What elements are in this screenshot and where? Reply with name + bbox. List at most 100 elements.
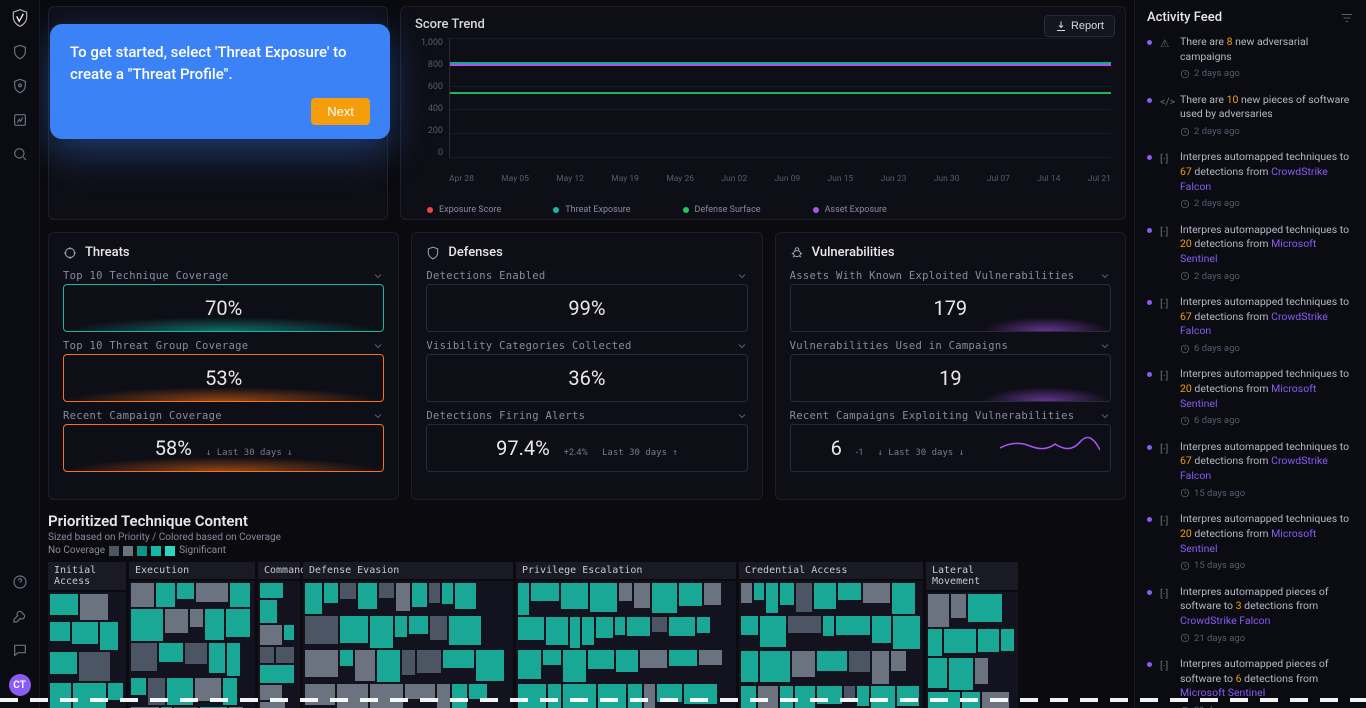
metric: Visibility Categories Collected 36% [426, 340, 747, 402]
metric-value: 36% [568, 366, 605, 390]
search-icon[interactable] [10, 144, 30, 164]
chevron-down-icon[interactable] [372, 340, 384, 352]
metric: Detections Firing Alerts97.4%+2.4%Last 3… [426, 410, 747, 472]
treemap-category[interactable]: Privilege EscalationPersistence [516, 562, 736, 692]
feed-dot-icon [1147, 517, 1152, 522]
chevron-down-icon[interactable] [1099, 340, 1111, 352]
feed-dot-icon [1147, 662, 1152, 667]
feed-type-icon: [·] [1160, 587, 1172, 645]
chevron-down-icon[interactable] [736, 270, 748, 282]
metric: Recent Campaigns Exploiting Vulnerabilit… [790, 410, 1111, 472]
feed-dot-icon [1147, 155, 1152, 160]
chevron-down-icon[interactable] [1099, 270, 1111, 282]
score-trend-card: Score Trend Report 1,0008006004002000 Ap… [400, 6, 1126, 220]
coachmark-next-button[interactable]: Next [311, 98, 370, 125]
treemap-header: Initial Access [48, 562, 126, 590]
metric: Vulnerabilities Used in Campaigns 19 [790, 340, 1111, 402]
metric-value: 179 [933, 296, 967, 320]
feed-dot-icon [1147, 445, 1152, 450]
treemap-category[interactable]: Defense Evasion [303, 562, 513, 692]
metric-label: Visibility Categories Collected [426, 340, 631, 352]
treemap-header: Execution [129, 562, 255, 579]
assets-icon[interactable] [10, 110, 30, 130]
avatar[interactable]: CT [9, 674, 31, 696]
metric-label: Vulnerabilities Used in Campaigns [790, 340, 1009, 352]
feed-item[interactable]: [·]Interpres automapped techniques to 20… [1147, 223, 1354, 283]
chevron-down-icon[interactable] [736, 340, 748, 352]
feed-item[interactable]: ⚠There are 8 new adversarial campaigns2 … [1147, 35, 1354, 81]
chevron-down-icon[interactable] [372, 410, 384, 422]
feed-dot-icon [1147, 228, 1152, 233]
sidebar: CT [0, 0, 40, 708]
tools-icon[interactable] [10, 606, 30, 626]
feed-dot-icon [1147, 372, 1152, 377]
threats-title: Threats [85, 245, 130, 260]
bug-icon [790, 246, 804, 260]
treemap-category[interactable]: Initial Access [48, 562, 126, 692]
feed-type-icon: ⚠ [1160, 37, 1172, 81]
treemap-header: Credential Access [739, 562, 923, 579]
metric-label: Top 10 Threat Group Coverage [63, 340, 248, 352]
feed-item[interactable]: [·]Interpres automapped techniques to 20… [1147, 367, 1354, 427]
metric: Recent Campaign Coverage58%↓ Last 30 day… [63, 410, 384, 472]
treemap-legend: No CoverageSignificant [48, 545, 1126, 556]
shield-icon[interactable] [10, 42, 30, 62]
treemap-header: Lateral Movement [926, 562, 1018, 590]
feed-filter-icon[interactable] [1340, 11, 1354, 25]
metric-label: Detections Enabled [426, 270, 545, 282]
metric: Assets With Known Exploited Vulnerabilit… [790, 270, 1111, 332]
metric-label: Recent Campaign Coverage [63, 410, 222, 422]
defenses-title: Defenses [448, 245, 502, 260]
treemap-section: Prioritized Technique Content Sized base… [48, 512, 1126, 692]
threats-card: Threats Top 10 Technique Coverage70%Top … [48, 232, 399, 500]
help-icon[interactable] [10, 572, 30, 592]
feed-item[interactable]: [·]Interpres automapped pieces of softwa… [1147, 585, 1354, 645]
defense-icon[interactable] [10, 76, 30, 96]
activity-feed-title: Activity Feed [1147, 10, 1222, 25]
feed-dot-icon [1147, 98, 1152, 103]
feed-item[interactable]: [·]Interpres automapped techniques to 67… [1147, 440, 1354, 500]
shield-small-icon [426, 246, 440, 260]
score-trend-chart: 1,0008006004002000 Apr 28May 05May 12May… [415, 38, 1111, 168]
feed-type-icon: [·] [1160, 514, 1172, 572]
treemap-header: Command [258, 562, 300, 579]
feed-item[interactable]: [·]Interpres automapped techniques to 67… [1147, 150, 1354, 210]
metric-label: Recent Campaigns Exploiting Vulnerabilit… [790, 410, 1075, 422]
coachmark-tooltip: To get started, select 'Threat Exposure'… [50, 24, 390, 139]
treemap-category[interactable]: Credential AccessDiscovery [739, 562, 923, 692]
feed-type-icon: </> [1160, 95, 1172, 139]
feed-type-icon: [·] [1160, 152, 1172, 210]
chevron-down-icon[interactable] [372, 270, 384, 282]
metric-value: 19 [939, 366, 961, 390]
metric-value: 6 [831, 436, 842, 460]
treemap-subtitle: Sized based on Priority / Colored based … [48, 532, 1126, 543]
defenses-card: Defenses Detections Enabled 99% Visibility… [411, 232, 762, 500]
logo-icon[interactable] [10, 8, 30, 28]
report-button[interactable]: Report [1044, 15, 1115, 37]
chevron-down-icon[interactable] [736, 410, 748, 422]
feed-item[interactable]: </>There are 10 new pieces of software u… [1147, 93, 1354, 139]
treemap-category[interactable]: Execution [129, 562, 255, 692]
score-trend-title: Score Trend [415, 17, 1111, 32]
feed-dot-icon [1147, 300, 1152, 305]
feed-item[interactable]: [·]Interpres automapped techniques to 67… [1147, 295, 1354, 355]
metric: Top 10 Threat Group Coverage53% [63, 340, 384, 402]
feed-item[interactable]: [·]Interpres automapped techniques to 20… [1147, 512, 1354, 572]
truncation-indicator [0, 698, 1366, 702]
report-label: Report [1071, 20, 1104, 32]
treemap-category[interactable]: Lateral MovementCollection [926, 562, 1018, 692]
coachmark-text: To get started, select 'Threat Exposure'… [70, 42, 370, 86]
crosshair-icon [63, 246, 77, 260]
treemap-title: Prioritized Technique Content [48, 512, 1126, 530]
metric: Detections Enabled 99% [426, 270, 747, 332]
chevron-down-icon[interactable] [1099, 410, 1111, 422]
metric-label: Top 10 Technique Coverage [63, 270, 229, 282]
treemap-category[interactable]: Command [258, 562, 300, 692]
feed-type-icon: [·] [1160, 297, 1172, 355]
metric-label: Assets With Known Exploited Vulnerabilit… [790, 270, 1075, 282]
feed-dot-icon [1147, 40, 1152, 45]
metric-value: 99% [568, 296, 605, 320]
chat-icon[interactable] [10, 640, 30, 660]
feed-type-icon: [·] [1160, 225, 1172, 283]
vulnerabilities-title: Vulnerabilities [812, 245, 895, 260]
